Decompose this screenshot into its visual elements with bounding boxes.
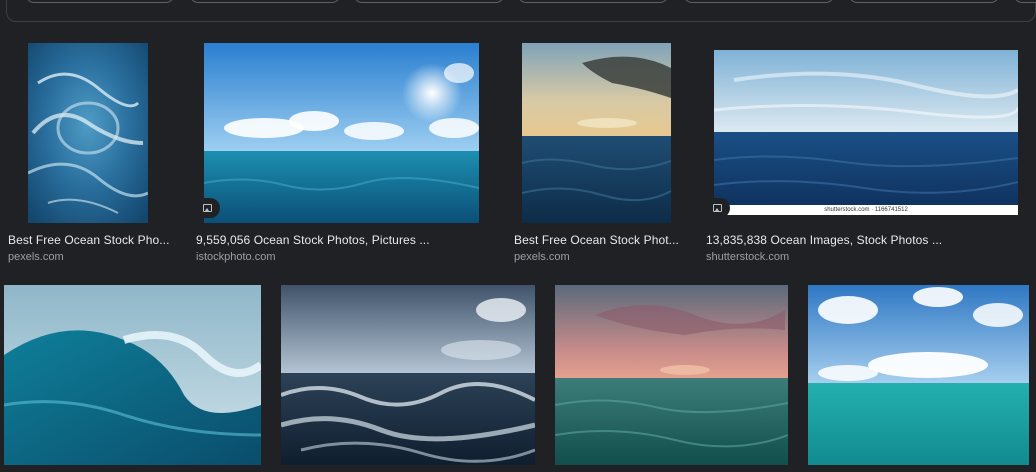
result-thumbnail[interactable]	[204, 43, 479, 223]
image-result-card[interactable]: Best Free Ocean Stock Phot... pexels.com	[500, 40, 690, 270]
image-icon	[194, 198, 220, 218]
result-title[interactable]: 9,559,056 Ocean Stock Photos, Pictures .…	[196, 233, 430, 247]
image-result-card[interactable]: 9,559,056 Ocean Stock Photos, Pictures .…	[190, 40, 490, 270]
filter-chip[interactable]	[518, 0, 668, 3]
result-source[interactable]: pexels.com	[8, 251, 64, 263]
result-thumbnail[interactable]	[808, 285, 1029, 465]
result-thumbnail[interactable]	[28, 43, 148, 223]
image-result-card[interactable]: shutterstock.com · 1166741512 13,835,838…	[700, 40, 1036, 270]
result-thumbnail[interactable]	[281, 285, 535, 465]
filter-chip-bar	[0, 0, 1036, 24]
result-source[interactable]: pexels.com	[514, 251, 570, 263]
result-thumbnail[interactable]	[522, 43, 671, 223]
result-thumbnail[interactable]: shutterstock.com · 1166741512	[714, 50, 1018, 215]
result-source[interactable]: istockphoto.com	[196, 251, 275, 263]
image-result-card[interactable]: Best Free Ocean Stock Pho... pexels.com	[0, 40, 190, 270]
result-thumbnail[interactable]	[4, 285, 261, 465]
result-title[interactable]: 13,835,838 Ocean Images, Stock Photos ..…	[706, 233, 942, 247]
image-icon	[704, 198, 730, 218]
filter-chip[interactable]	[354, 0, 504, 3]
filter-chip[interactable]	[190, 0, 340, 3]
result-source[interactable]: shutterstock.com	[706, 251, 789, 263]
result-thumbnail[interactable]	[555, 285, 788, 465]
result-title[interactable]: Best Free Ocean Stock Pho...	[8, 233, 170, 247]
filter-chip[interactable]	[849, 0, 999, 3]
filter-chip[interactable]	[684, 0, 834, 3]
chip-bar-outline	[6, 0, 1036, 22]
result-title[interactable]: Best Free Ocean Stock Phot...	[514, 233, 679, 247]
filter-chip[interactable]	[26, 0, 174, 3]
watermark-strip: shutterstock.com · 1166741512	[714, 205, 1018, 215]
